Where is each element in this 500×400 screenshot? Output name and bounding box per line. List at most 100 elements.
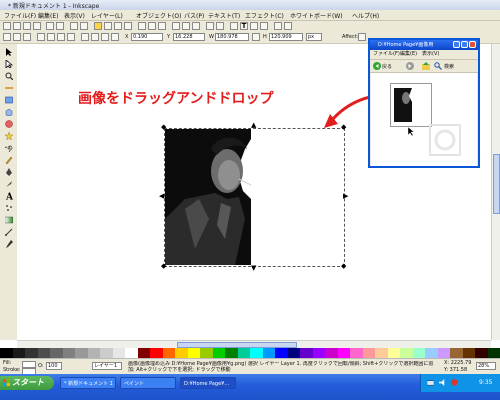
pencil-tool-icon[interactable] bbox=[5, 156, 13, 164]
x-field[interactable]: 0.190 bbox=[131, 33, 163, 41]
text-tool-icon[interactable]: T bbox=[240, 22, 248, 30]
scale-handle-right[interactable]: ▶ bbox=[343, 193, 348, 200]
minimize-icon[interactable] bbox=[453, 41, 460, 48]
up-folder-icon[interactable] bbox=[422, 62, 430, 70]
scale-handle-top[interactable]: ▲ bbox=[251, 122, 256, 129]
menu-layer[interactable]: レイヤー(L) bbox=[91, 11, 123, 20]
menu-file[interactable]: ファイル(F) bbox=[4, 11, 36, 20]
zoom-drawing-icon[interactable] bbox=[148, 22, 156, 30]
portrait-image[interactable] bbox=[165, 129, 251, 265]
fill-swatch[interactable] bbox=[22, 361, 36, 368]
dropper-tool-icon[interactable] bbox=[5, 240, 13, 248]
scale-stroke-icon[interactable] bbox=[358, 33, 366, 41]
clone-icon[interactable] bbox=[182, 22, 190, 30]
vertical-scroll-thumb[interactable] bbox=[493, 154, 500, 214]
menu-effect[interactable]: エフェクト(C) bbox=[245, 11, 284, 20]
rotate-cw-icon[interactable] bbox=[47, 33, 55, 41]
file-explorer-window[interactable]: D:¥Home Page¥画像用 ファイル(F) 編集(E) 表示(V) 戻る … bbox=[368, 38, 480, 168]
preferences-icon[interactable] bbox=[274, 22, 282, 30]
menu-view[interactable]: 表示(V) bbox=[64, 11, 85, 20]
explorer-menu-edit[interactable]: 編集(E) bbox=[400, 50, 417, 59]
zoom-field[interactable]: 28% bbox=[476, 362, 496, 370]
thumbnail-frame[interactable] bbox=[390, 83, 432, 127]
undo-icon[interactable] bbox=[70, 22, 78, 30]
gradient-tool-icon[interactable] bbox=[5, 216, 13, 224]
search-button[interactable]: 検索 bbox=[444, 63, 454, 70]
back-button[interactable]: 戻る bbox=[382, 63, 392, 70]
open-icon[interactable] bbox=[13, 22, 21, 30]
select-all-icon[interactable] bbox=[3, 33, 11, 41]
calligraphy-tool-icon[interactable] bbox=[5, 180, 13, 188]
menu-whiteboard[interactable]: ホワイトボード(W) bbox=[290, 11, 343, 20]
vertical-scrollbar[interactable] bbox=[491, 44, 500, 340]
raise-top-icon[interactable] bbox=[81, 33, 89, 41]
document-properties-icon[interactable] bbox=[284, 22, 292, 30]
scale-handle-top-right[interactable]: ◆ bbox=[341, 124, 346, 131]
taskbar-item-explorer[interactable]: D:¥Home Page¥... bbox=[180, 377, 236, 389]
color-palette[interactable] bbox=[0, 348, 500, 358]
box-3d-tool-icon[interactable] bbox=[5, 108, 13, 116]
print-icon[interactable] bbox=[33, 22, 41, 30]
volume-icon[interactable] bbox=[439, 379, 446, 386]
taskbar-item-inkscape[interactable]: * 新規ドキュメント 1 bbox=[60, 377, 116, 389]
menu-object[interactable]: オブジェクト(O) bbox=[136, 11, 181, 20]
scale-handle-left[interactable]: ◀ bbox=[159, 193, 164, 200]
menu-help[interactable]: ヘルプ(H) bbox=[352, 11, 379, 20]
selector-tool-icon[interactable] bbox=[5, 48, 13, 56]
opacity-field[interactable]: 100 bbox=[46, 362, 62, 370]
unlink-clone-icon[interactable] bbox=[192, 22, 200, 30]
import-icon[interactable] bbox=[46, 22, 54, 30]
zoom-page-icon[interactable] bbox=[158, 22, 166, 30]
xml-editor-icon[interactable] bbox=[260, 22, 268, 30]
export-icon[interactable] bbox=[56, 22, 64, 30]
pen-tool-icon[interactable] bbox=[5, 168, 13, 176]
maximize-icon[interactable] bbox=[461, 41, 468, 48]
menu-edit[interactable]: 編集(E) bbox=[38, 11, 58, 20]
spray-tool-icon[interactable] bbox=[5, 204, 13, 212]
rectangle-tool-icon[interactable] bbox=[5, 96, 13, 104]
scale-handle-top-left[interactable]: ◆ bbox=[161, 124, 166, 131]
new-icon[interactable] bbox=[3, 22, 11, 30]
scale-handle-bottom-left[interactable]: ◆ bbox=[161, 263, 166, 270]
lower-bottom-icon[interactable] bbox=[111, 33, 119, 41]
explorer-menu-file[interactable]: ファイル(F) bbox=[373, 50, 400, 59]
scale-handle-bottom-right[interactable]: ◆ bbox=[341, 263, 346, 270]
redo-icon[interactable] bbox=[80, 22, 88, 30]
ungroup-icon[interactable] bbox=[216, 22, 224, 30]
copy-icon[interactable] bbox=[104, 22, 112, 30]
node-tool-icon[interactable] bbox=[5, 60, 13, 68]
explorer-file-area[interactable] bbox=[371, 73, 477, 166]
zoom-tool-icon[interactable] bbox=[5, 72, 13, 80]
deselect-icon[interactable] bbox=[23, 33, 31, 41]
forward-arrow-icon[interactable] bbox=[406, 62, 414, 70]
flip-horizontal-icon[interactable] bbox=[57, 33, 65, 41]
fill-stroke-icon[interactable] bbox=[230, 22, 238, 30]
save-icon[interactable] bbox=[23, 22, 31, 30]
raise-icon[interactable] bbox=[91, 33, 99, 41]
lower-icon[interactable] bbox=[101, 33, 109, 41]
spiral-tool-icon[interactable] bbox=[5, 144, 13, 152]
taskbar-item-paint[interactable]: ペイント bbox=[120, 377, 176, 389]
unit-select[interactable]: px bbox=[306, 33, 322, 41]
search-icon[interactable] bbox=[434, 62, 442, 70]
w-field[interactable]: 180.978 bbox=[215, 33, 249, 41]
h-field[interactable]: 120.909 bbox=[269, 33, 303, 41]
menu-text[interactable]: テキスト(T) bbox=[208, 11, 240, 20]
network-icon[interactable] bbox=[427, 379, 434, 386]
measure-tool-icon[interactable] bbox=[5, 84, 13, 92]
star-tool-icon[interactable] bbox=[5, 132, 13, 140]
close-icon[interactable] bbox=[469, 41, 476, 48]
select-all-layers-icon[interactable] bbox=[13, 33, 21, 41]
flip-vertical-icon[interactable] bbox=[67, 33, 75, 41]
menu-path[interactable]: パス(P) bbox=[184, 11, 204, 20]
connector-tool-icon[interactable] bbox=[5, 228, 13, 236]
shield-icon[interactable] bbox=[451, 379, 458, 386]
zoom-selection-icon[interactable] bbox=[138, 22, 146, 30]
group-icon[interactable] bbox=[206, 22, 214, 30]
duplicate-icon[interactable] bbox=[172, 22, 180, 30]
ellipse-tool-icon[interactable] bbox=[5, 120, 13, 128]
y-field[interactable]: 16.228 bbox=[173, 33, 205, 41]
layer-select[interactable]: レイヤー1 bbox=[92, 362, 122, 370]
lock-ratio-icon[interactable] bbox=[252, 33, 260, 41]
align-icon[interactable] bbox=[250, 22, 258, 30]
